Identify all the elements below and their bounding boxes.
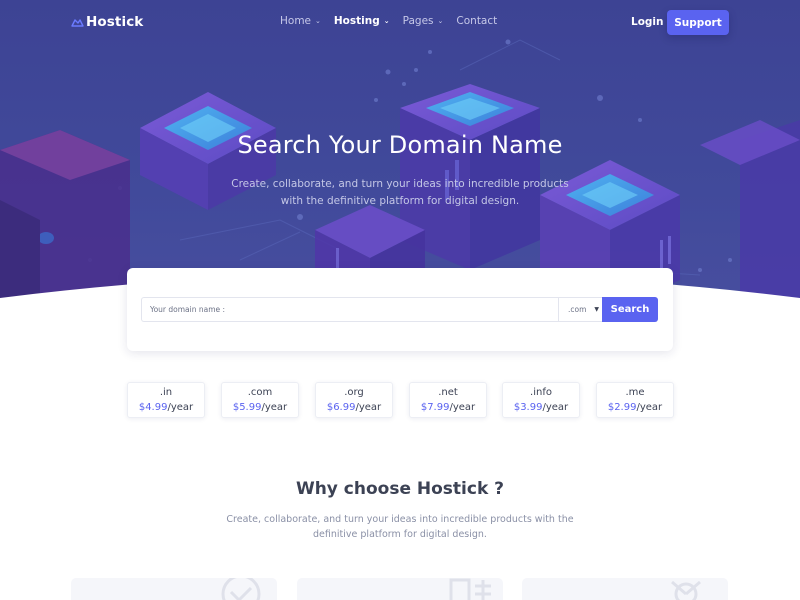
tld-selected-value: .com [568, 305, 587, 314]
price-tld: .info [530, 387, 552, 398]
price-period: /year [355, 402, 382, 413]
domain-search-card: .com ▼ Search [127, 268, 673, 351]
cloud-logo-icon [71, 19, 84, 27]
chevron-down-icon: ⌄ [315, 16, 321, 25]
chevron-down-icon: ⌄ [383, 16, 390, 25]
top-navbar: Hostick Home ⌄ Hosting ⌄ Pages ⌄ Contact… [0, 0, 800, 44]
check-circle-icon [221, 578, 261, 600]
price-amount: $7.99 [420, 402, 450, 413]
brand-name: Hostick [86, 14, 144, 30]
price-period: /year [261, 402, 288, 413]
search-button[interactable]: Search [602, 297, 658, 322]
menu-item-label: Contact [456, 15, 498, 27]
why-section-subtitle: Create, collaborate, and turn your ideas… [226, 514, 574, 540]
menu-item-pages[interactable]: Pages ⌄ [403, 15, 444, 27]
menu-item-label: Home [280, 15, 312, 27]
price-period: /year [449, 402, 476, 413]
caret-down-icon: ▼ [594, 306, 599, 313]
price-amount: $5.99 [232, 402, 262, 413]
price-amount: $3.99 [513, 402, 543, 413]
price-card-net[interactable]: .net $7.99/year [409, 382, 487, 418]
price-amount: $2.99 [607, 402, 637, 413]
feature-card [297, 578, 503, 600]
hero-title: Search Your Domain Name [237, 131, 563, 159]
price-card-com[interactable]: .com $5.99/year [221, 382, 299, 418]
chevron-down-icon: ⌄ [437, 16, 444, 25]
feature-card [71, 578, 277, 600]
price-card-me[interactable]: .me $2.99/year [596, 382, 674, 418]
domain-price-list: .in $4.99/year .com $5.99/year .org $6.9… [127, 382, 674, 418]
price-period: /year [167, 402, 194, 413]
price-card-info[interactable]: .info $3.99/year [502, 382, 580, 418]
price-period: /year [636, 402, 663, 413]
price-tld: .net [438, 387, 458, 398]
price-card-in[interactable]: .in $4.99/year [127, 382, 205, 418]
price-card-org[interactable]: .org $6.99/year [315, 382, 393, 418]
price-amount: $6.99 [326, 402, 356, 413]
feature-card [522, 578, 728, 600]
price-amount: $4.99 [138, 402, 168, 413]
main-menu: Home ⌄ Hosting ⌄ Pages ⌄ Contact [280, 15, 510, 27]
menu-item-label: Pages [402, 15, 434, 27]
brand-logo[interactable]: Hostick [70, 14, 143, 30]
hero-subtitle: Create, collaborate, and turn your ideas… [231, 178, 569, 207]
support-button[interactable]: Support [667, 10, 729, 35]
price-tld: .com [247, 387, 273, 398]
price-period: /year [542, 402, 569, 413]
tld-select[interactable]: .com ▼ [558, 297, 602, 322]
menu-item-home[interactable]: Home ⌄ [280, 15, 321, 27]
server-icon [449, 578, 491, 600]
settings-icon [671, 580, 701, 600]
login-link[interactable]: Login [631, 16, 664, 28]
menu-item-hosting[interactable]: Hosting ⌄ [334, 15, 390, 27]
domain-search-input[interactable] [141, 297, 558, 322]
menu-item-contact[interactable]: Contact [456, 15, 497, 27]
price-tld: .me [625, 387, 645, 398]
why-section-title: Why choose Hostick ? [295, 479, 505, 499]
price-tld: .org [344, 387, 364, 398]
price-tld: .in [159, 387, 173, 398]
menu-item-label: Hosting [333, 15, 380, 27]
